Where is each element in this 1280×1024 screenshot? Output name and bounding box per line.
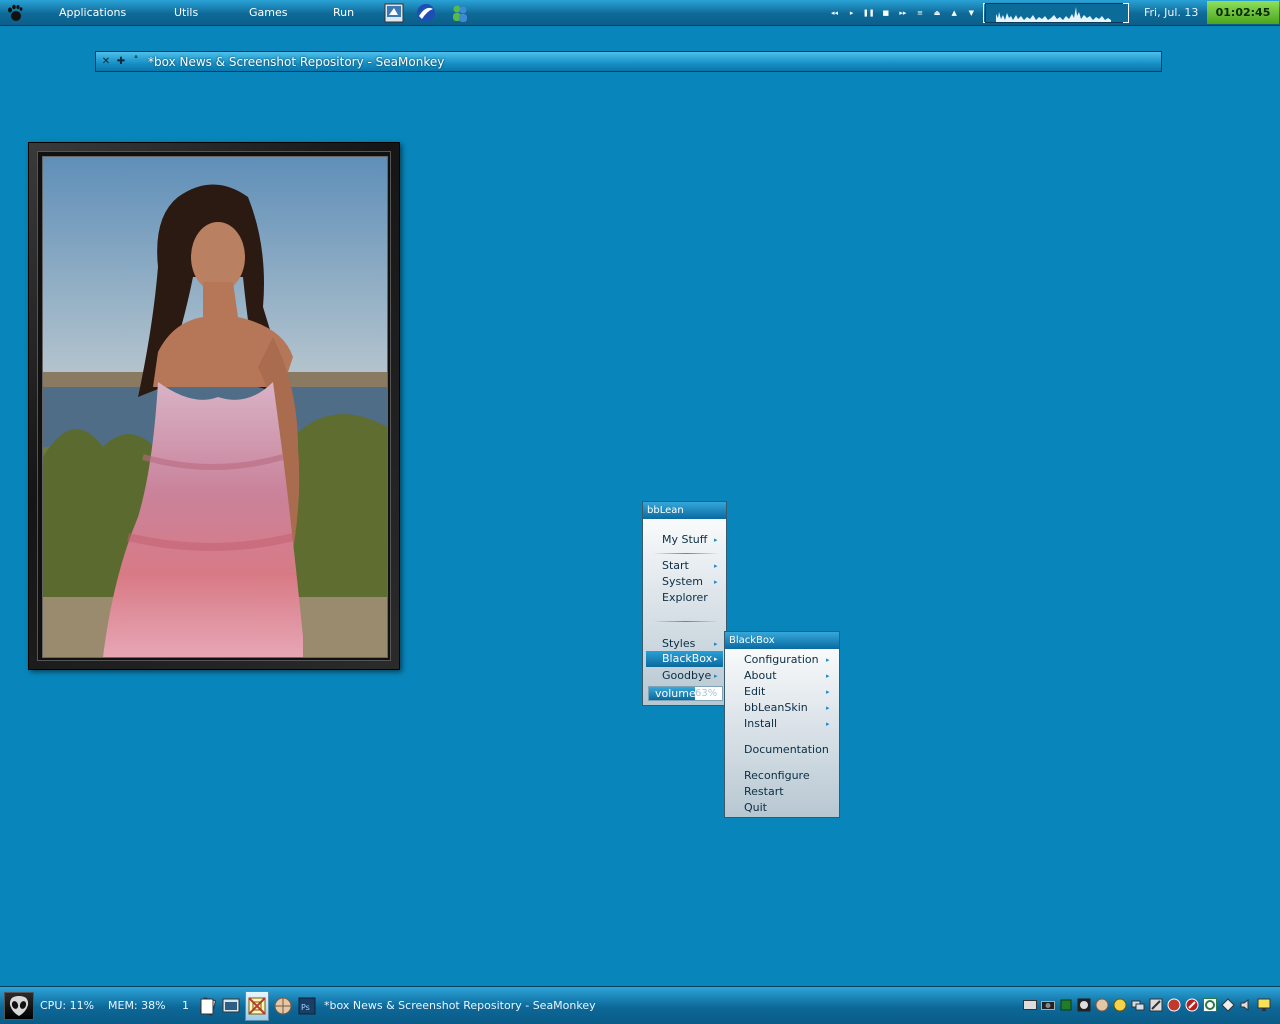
diamond-tray-icon[interactable] — [1220, 996, 1236, 1014]
smiley-tray-icon[interactable] — [1112, 996, 1128, 1014]
menu-item-bbleanskin[interactable]: bbLeanSkin — [744, 700, 808, 716]
close-icon[interactable]: ✕ — [100, 55, 112, 68]
activity-graph-icon — [996, 7, 1111, 22]
active-task-title[interactable]: *box News & Screenshot Repository - SeaM… — [324, 999, 596, 1012]
taskbar: CPU: 11% MEM: 38% 1 Ps *box News & Scree… — [0, 986, 1280, 1024]
alien-logo-icon[interactable] — [4, 992, 34, 1020]
volume-down-icon[interactable]: ▼ — [963, 7, 980, 19]
globe-tray-icon[interactable] — [1094, 996, 1110, 1014]
volume-percent: 63% — [695, 688, 718, 699]
menu-item-quit[interactable]: Quit — [744, 800, 767, 816]
top-toolbar: Applications Utils Games Run ◂◂ ▸ ❚❚ ■ ▸… — [0, 0, 1280, 26]
submenu-arrow-icon: ▸ — [826, 720, 830, 728]
menu-item-documentation[interactable]: Documentation — [744, 742, 829, 758]
submenu-arrow-icon: ▸ — [826, 656, 830, 664]
media-controls: ◂◂ ▸ ❚❚ ■ ▸▸ ≡ ⏏ ▲ ▼ — [826, 7, 980, 19]
menu-item-goodbye[interactable]: Goodbye — [662, 668, 711, 684]
framed-photo — [42, 156, 388, 658]
menu-games[interactable]: Games — [249, 6, 287, 19]
tool-tray-icon[interactable] — [1148, 996, 1164, 1014]
shade-icon[interactable]: ˚ — [130, 55, 142, 68]
menu-item-styles[interactable]: Styles — [662, 636, 695, 652]
menu-item-restart[interactable]: Restart — [744, 784, 784, 800]
menu-title[interactable]: bbLean — [643, 502, 726, 519]
alien-tray-icon[interactable] — [1076, 996, 1092, 1014]
playlist-icon[interactable]: ≡ — [911, 7, 928, 19]
picture-frame[interactable] — [28, 142, 400, 670]
blackbox-submenu: BlackBox Configuration ▸ About ▸ Edit ▸ … — [724, 631, 840, 818]
volume-slider[interactable]: volume 63% — [648, 686, 723, 701]
clock[interactable]: 01:02:45 — [1207, 1, 1279, 24]
submenu-arrow-icon: ▸ — [714, 578, 718, 586]
terminal-window-icon[interactable] — [221, 996, 241, 1016]
antivirus-tray-icon[interactable] — [1184, 996, 1200, 1014]
submenu-arrow-icon: ▸ — [714, 672, 718, 680]
menu-item-edit[interactable]: Edit — [744, 684, 765, 700]
date-label: Fri, Jul. 13 — [1144, 6, 1199, 19]
volume-label: volume — [655, 687, 696, 700]
menu-item-system[interactable]: System — [662, 574, 703, 590]
next-icon[interactable]: ▸▸ — [894, 7, 911, 19]
bblean-root-menu: bbLean My Stuff ▸ Start ▸ System ▸ Explo… — [642, 501, 727, 706]
submenu-title[interactable]: BlackBox — [725, 632, 839, 649]
messenger-icon[interactable] — [450, 3, 470, 23]
active-task-button[interactable] — [245, 991, 269, 1021]
raise-icon[interactable]: ✚ — [115, 55, 127, 68]
photoshop-icon[interactable]: Ps — [297, 996, 317, 1016]
camera-tray-icon[interactable] — [1040, 996, 1056, 1014]
chip-tray-icon[interactable] — [1058, 996, 1074, 1014]
menu-run[interactable]: Run — [333, 6, 354, 19]
network-tray-icon[interactable] — [1130, 996, 1146, 1014]
cpu-usage: CPU: 11% — [40, 999, 95, 1012]
previous-icon[interactable]: ◂◂ — [826, 7, 843, 19]
system-tray — [1022, 996, 1272, 1014]
svg-text:Ps: Ps — [301, 1003, 310, 1012]
volume-up-icon[interactable]: ▲ — [946, 7, 963, 19]
basketball-icon[interactable] — [273, 996, 293, 1016]
gnome-foot-icon[interactable] — [5, 3, 25, 23]
menu-item-explorer[interactable]: Explorer — [662, 590, 708, 606]
menu-item-blackbox-label: BlackBox — [662, 652, 713, 665]
stop-icon[interactable]: ■ — [877, 7, 894, 19]
submenu-arrow-icon: ▸ — [714, 640, 718, 648]
cpu-graph — [985, 3, 1129, 23]
graph-bracket-right — [1123, 3, 1129, 23]
notification-tray-icon[interactable] — [1256, 996, 1272, 1014]
cards-icon[interactable] — [198, 996, 218, 1016]
menu-utils[interactable]: Utils — [174, 6, 198, 19]
eject-icon[interactable]: ⏏ — [929, 7, 946, 19]
speaker-tray-icon[interactable] — [1238, 996, 1254, 1014]
play-icon[interactable]: ▸ — [843, 7, 860, 19]
menu-item-configuration[interactable]: Configuration — [744, 652, 819, 668]
keyboard-tray-icon[interactable] — [1022, 996, 1038, 1014]
workspace-number[interactable]: 1 — [182, 999, 189, 1012]
window-title: *box News & Screenshot Repository - SeaM… — [148, 55, 445, 69]
menu-item-reconfigure[interactable]: Reconfigure — [744, 768, 810, 784]
memory-usage: MEM: 38% — [108, 999, 166, 1012]
menu-item-about[interactable]: About — [744, 668, 777, 684]
submenu-arrow-icon: ▸ — [826, 704, 830, 712]
submenu-arrow-icon: ▸ — [826, 688, 830, 696]
submenu-arrow-icon: ▸ — [826, 672, 830, 680]
sync-tray-icon[interactable] — [1202, 996, 1218, 1014]
seamonkey-task-icon — [248, 997, 266, 1015]
submenu-arrow-icon: ▸ — [714, 562, 718, 570]
photo-image — [43, 157, 387, 657]
menu-separator — [653, 621, 719, 622]
menu-item-my-stuff[interactable]: My Stuff — [662, 532, 707, 548]
seamonkey-icon[interactable] — [416, 3, 436, 23]
submenu-arrow-icon: ▸ — [714, 655, 718, 663]
menu-item-blackbox[interactable]: BlackBox ▸ — [646, 651, 723, 667]
menu-applications[interactable]: Applications — [59, 6, 126, 19]
seamonkey-window-titlebar[interactable]: ✕ ✚ ˚ *box News & Screenshot Repository … — [95, 51, 1162, 72]
pause-icon[interactable]: ❚❚ — [860, 7, 877, 19]
menu-item-start[interactable]: Start — [662, 558, 689, 574]
submenu-arrow-icon: ▸ — [714, 536, 718, 544]
menu-item-install[interactable]: Install — [744, 716, 777, 732]
desktop-shortcut-icon[interactable] — [384, 3, 404, 23]
menu-separator — [653, 553, 719, 554]
media-tray-icon[interactable] — [1166, 996, 1182, 1014]
